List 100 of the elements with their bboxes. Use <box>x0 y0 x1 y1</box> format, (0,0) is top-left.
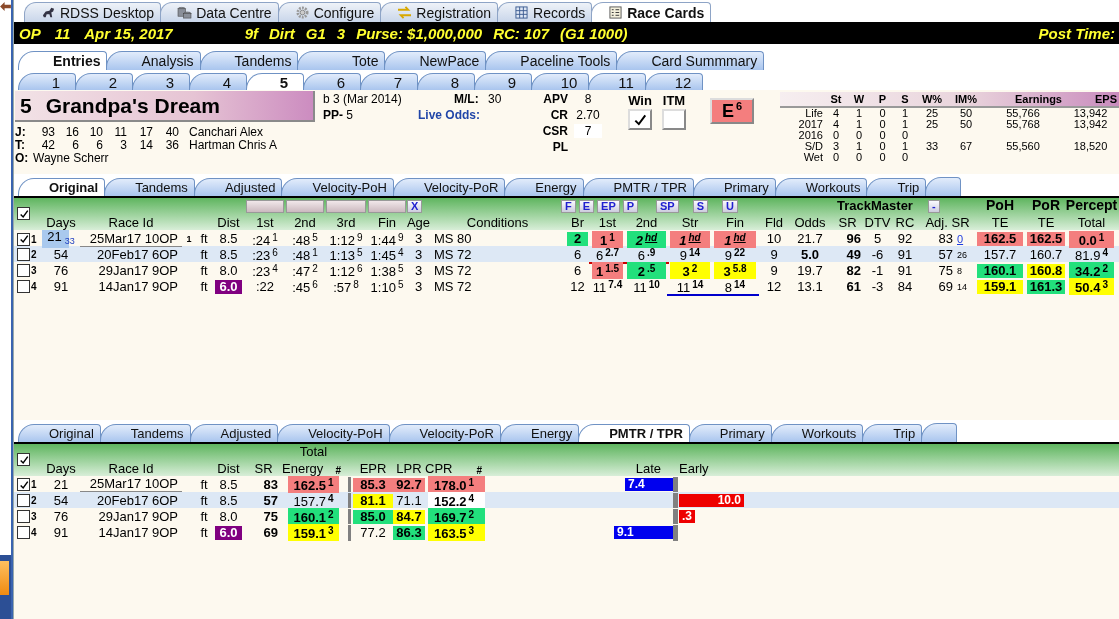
row-checkbox[interactable] <box>17 478 30 491</box>
call-button[interactable]: EP <box>597 200 620 213</box>
tab[interactable]: 10 <box>531 73 589 90</box>
tab[interactable]: Tandems <box>104 178 195 196</box>
column-header: Early <box>679 461 709 476</box>
tab[interactable]: 3 <box>132 73 190 90</box>
tab[interactable]: Velocity-PoH <box>281 178 394 196</box>
stat-value: 11 <box>113 124 127 139</box>
call-button[interactable]: E <box>578 200 595 213</box>
tab[interactable]: RDSS Desktop <box>24 2 162 22</box>
tab[interactable]: Entries <box>18 51 108 70</box>
tab[interactable]: Velocity-PoR <box>388 424 501 442</box>
column-header: Days <box>46 461 76 476</box>
row-checkbox[interactable] <box>17 248 30 261</box>
tab[interactable]: PMTR / TPR <box>578 424 690 442</box>
tab[interactable]: Primary <box>688 424 772 442</box>
row-checkbox[interactable] <box>17 510 30 523</box>
table-row[interactable]: 2 54 20Feb17 6OP ft 8.5 :23$^{6}$ :48$^{1}$ 1:13$^{5}$ 1:45$^{4}$ 3 MS 72 6 6$^{2.7}$ 6$^{.9}$ 9$^{14}$ 9$^{22}$ 9 5.0 49 -6 91 57 26 157.7 160.7 81.9$^{4}$ <box>14 246 1119 262</box>
checkmark-icon <box>18 208 29 219</box>
tab[interactable]: Velocity-PoR <box>392 178 506 196</box>
call-button[interactable]: U <box>722 200 738 213</box>
column-header: S <box>900 93 910 105</box>
table-cell: 2$^{hd}$ <box>627 230 666 248</box>
tab[interactable]: 11 <box>588 73 646 90</box>
table-cell-text: 0 <box>878 119 887 130</box>
tab[interactable]: Original <box>18 424 101 442</box>
table-cell-text: 4 <box>831 119 841 130</box>
tab[interactable]: 5 <box>246 73 304 90</box>
tab[interactable]: Workouts <box>774 178 868 196</box>
checkbox[interactable] <box>628 109 652 130</box>
checkbox[interactable] <box>662 109 686 130</box>
tab[interactable]: Trip <box>866 178 927 196</box>
tab[interactable]: Race Cards <box>591 2 712 22</box>
tab[interactable]: 12 <box>645 73 703 90</box>
row-label: Wet <box>802 152 824 163</box>
table-cell-text: 9 <box>769 247 779 262</box>
collapse-button[interactable]: - <box>928 200 940 213</box>
table-cell-text: 83 <box>937 232 954 246</box>
tab[interactable]: Card Summmary <box>616 51 765 70</box>
tab[interactable]: 8 <box>417 73 475 90</box>
tab[interactable]: PMTR / TPR <box>582 178 694 196</box>
late-bar: 7.4 <box>625 478 673 491</box>
tab[interactable]: Registration <box>380 2 499 22</box>
stat-value: 40 <box>164 124 179 139</box>
tab[interactable]: Tandems <box>99 424 191 442</box>
call-button[interactable]: S <box>692 200 709 213</box>
tab[interactable]: Configure <box>277 2 382 22</box>
table-cell-text: 8.5 <box>218 493 239 508</box>
back-arrow-icon[interactable] <box>0 2 11 11</box>
tab[interactable]: NewPace <box>384 51 487 70</box>
tab[interactable]: Data Centre <box>160 2 279 22</box>
tab[interactable]: Velocity-PoH <box>277 424 390 442</box>
call-button[interactable]: P <box>622 200 639 213</box>
row-checkbox[interactable] <box>17 232 30 246</box>
row-label: O: <box>15 150 30 165</box>
table-row[interactable]: 2 54 20Feb17 6OP ft 8.5 57 157.7$^{4}$ 81.1 71.1 152.2$^{4}$ 10.0 <box>14 492 1119 508</box>
tab[interactable]: Energy <box>500 424 580 442</box>
table-cell-text: 3 <box>413 247 424 262</box>
row-number: 1 <box>31 479 37 490</box>
rating-label: PL <box>551 140 568 154</box>
tab[interactable]: Records <box>497 2 593 22</box>
tab[interactable]: Tandems <box>199 51 299 70</box>
rank-link[interactable]: 0 <box>957 232 975 246</box>
tab[interactable]: Adjusted <box>189 424 279 442</box>
tab[interactable]: Adjusted <box>193 178 283 196</box>
table-cell-text: ft <box>199 525 209 540</box>
tab[interactable]: Original <box>18 178 106 196</box>
call-button[interactable]: SP <box>656 200 679 213</box>
tab[interactable]: Trip <box>862 424 923 442</box>
call-button[interactable]: F <box>561 200 576 213</box>
horse-icon <box>41 6 56 19</box>
tab[interactable]: Analysis <box>106 51 201 70</box>
row-checkbox[interactable] <box>17 526 30 539</box>
run-style-button[interactable]: E$^{6}$ <box>710 98 754 124</box>
tab[interactable]: 6 <box>303 73 361 90</box>
table-cell-text: 0 <box>900 130 910 141</box>
row-checkbox[interactable] <box>17 264 30 277</box>
tab[interactable]: Tote <box>297 51 386 70</box>
clear-button[interactable]: X <box>407 200 423 213</box>
blank-tab[interactable] <box>921 423 958 442</box>
table-cell-text: 91 <box>52 525 70 540</box>
blank-tab[interactable] <box>925 177 962 196</box>
table-cell-text: 1 <box>185 233 193 246</box>
tab[interactable]: Primary <box>692 178 776 196</box>
tab[interactable]: 7 <box>360 73 418 90</box>
tab[interactable]: 9 <box>474 73 532 90</box>
column-header: SR <box>254 461 273 476</box>
tab[interactable]: Paceline Tools <box>485 51 618 70</box>
tab[interactable]: 4 <box>189 73 247 90</box>
stat-value: 93 <box>40 124 55 139</box>
tab[interactable]: Workouts <box>770 424 864 442</box>
table-cell-text: ft <box>199 263 209 278</box>
race-detail: G1 <box>305 24 326 42</box>
tab[interactable]: Energy <box>504 178 584 196</box>
tab[interactable]: 2 <box>75 73 133 90</box>
select-all-checkbox[interactable] <box>17 207 30 220</box>
row-checkbox[interactable] <box>17 280 30 293</box>
row-checkbox[interactable] <box>17 494 30 507</box>
tab[interactable]: 1 <box>18 73 76 90</box>
select-all-checkbox[interactable] <box>17 453 30 466</box>
